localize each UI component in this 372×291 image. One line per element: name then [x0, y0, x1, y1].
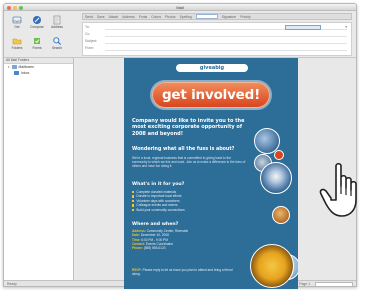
detail-label: Phone: — [132, 246, 143, 251]
rsvp-body: Please reply to let us know you plan to … — [132, 268, 233, 277]
header-options-icon[interactable]: ▾ — [345, 25, 347, 29]
send-tool[interactable]: Send — [85, 15, 93, 19]
folders-label: Folders — [11, 46, 23, 50]
logo-text: giveabig — [199, 65, 225, 71]
subject-field[interactable] — [105, 43, 347, 44]
photo-circle-small — [272, 206, 290, 224]
from-field[interactable] — [105, 50, 347, 51]
spelling-tool[interactable]: Spelling — [180, 15, 192, 19]
status-progress — [315, 282, 353, 286]
subject-label: Subject: — [85, 39, 98, 43]
fonts-tool[interactable]: Fonts — [139, 15, 147, 19]
compose-label: Compose — [30, 25, 44, 29]
folders-button[interactable]: Folders — [8, 35, 26, 55]
cc-label: Cc: — [85, 32, 91, 36]
window-title: Mail — [176, 5, 184, 10]
wonder-body: We're a local, regional business that is… — [132, 156, 246, 169]
photo-circle-sky — [260, 162, 292, 194]
bullet-icon — [132, 191, 135, 194]
bullet-icon — [132, 199, 135, 203]
sidebar-item-inbox[interactable]: Inbox — [4, 70, 73, 76]
get-involved-text: get involved! — [161, 87, 261, 103]
newsletter-stationery[interactable]: giveabig get involved! Company would lik… — [124, 58, 298, 289]
photos-tool[interactable]: Photos — [165, 15, 176, 19]
search-button[interactable]: Search — [48, 35, 66, 55]
signature-field[interactable] — [195, 14, 218, 19]
badge-dot — [274, 150, 284, 160]
compose-button[interactable]: Compose — [28, 14, 46, 34]
where-heading: Where and when? — [132, 222, 179, 227]
main-toolbar: Get Compose Address Folders Forms Search — [4, 11, 356, 64]
search-label: Search — [51, 46, 63, 50]
save-tool[interactable]: Save — [97, 15, 105, 19]
address-book-label: Address — [51, 25, 63, 29]
folder-icon — [12, 38, 22, 45]
colors-tool[interactable]: Colors — [151, 15, 161, 19]
address-book-button[interactable]: Address — [48, 14, 66, 34]
format-toolbar: Send Save Attach Address Fonts Colors Ph… — [82, 13, 352, 20]
newsletter-logo: giveabig — [176, 64, 248, 72]
detail-row: Phone: (555) 555-0123 — [132, 246, 230, 250]
message-header: To: Cc: Subject: From: ▾ — [82, 22, 352, 56]
list-item: Build your community connections — [132, 208, 244, 212]
status-text: Ready — [7, 282, 17, 286]
intro-heading: Company would like to invite you to the … — [132, 118, 245, 137]
benefit-text: Build your community connections — [136, 207, 185, 212]
in-it-heading: What's in it for you? — [132, 182, 185, 187]
attach-tool[interactable]: Attach — [109, 15, 119, 19]
search-icon — [53, 37, 61, 45]
address-book-icon — [53, 15, 61, 25]
folder-sidebar: All Mail Folders ▾ Mailboxes Inbox — [4, 58, 74, 280]
photo-circle-person — [250, 244, 294, 288]
bullet-icon — [132, 195, 135, 198]
inbox-icon — [12, 16, 22, 24]
from-label: From: — [85, 46, 94, 50]
forms-label: Forms — [32, 46, 42, 50]
to-label: To: — [85, 25, 90, 29]
wonder-heading: Wondering what all the fuss is about? — [132, 147, 235, 152]
bullet-icon — [132, 204, 135, 207]
title-bar: Mail — [4, 4, 356, 11]
get-mail-label: Get — [14, 25, 20, 29]
sidebar-item-label: Inbox — [21, 71, 30, 75]
folder-icon — [11, 65, 17, 69]
forms-button[interactable]: Forms — [28, 35, 46, 55]
benefits-list: Complete donated materials Donate to imp… — [132, 190, 244, 212]
bullet-icon — [132, 208, 135, 212]
disclosure-triangle-icon[interactable]: ▾ — [8, 65, 10, 69]
forms-icon — [34, 38, 40, 44]
sidebar-item-label: Mailboxes — [18, 65, 34, 69]
event-details: Address: Community Center, Riverside Dat… — [132, 229, 230, 250]
detail-value: (555) 555-0123 — [143, 246, 166, 251]
account-select[interactable] — [285, 25, 321, 30]
pointer-hand-icon — [319, 162, 357, 217]
signature-tool[interactable]: Signature — [222, 15, 237, 19]
compose-icon — [33, 16, 41, 24]
cc-field[interactable] — [105, 36, 347, 37]
rsvp-text: RSVP: Please reply to let us know you pl… — [132, 268, 234, 277]
inbox-icon — [14, 71, 19, 75]
get-mail-button[interactable]: Get — [8, 14, 26, 34]
page-indicator: Page 1 — [299, 282, 310, 286]
address-tool[interactable]: Address — [122, 15, 134, 19]
get-involved-banner[interactable]: get involved! — [152, 82, 270, 108]
priority-tool[interactable]: Priority — [240, 15, 251, 19]
